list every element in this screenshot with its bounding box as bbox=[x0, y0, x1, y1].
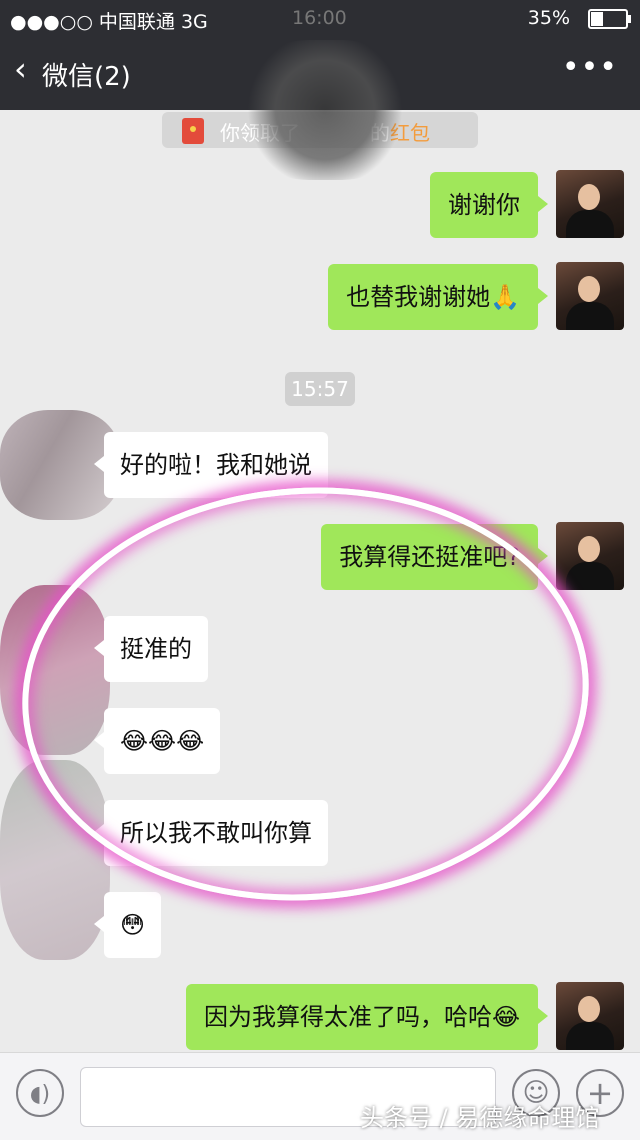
watermark-text: 头条号 / 易德缘命理馆 bbox=[360, 1104, 600, 1132]
avatar-body bbox=[566, 302, 614, 330]
redaction-scribble bbox=[240, 40, 410, 180]
chat-timestamp: 15:57 bbox=[285, 372, 355, 406]
avatar-body bbox=[566, 210, 614, 238]
avatar-face bbox=[578, 184, 600, 210]
status-time: 16:00 bbox=[292, 7, 347, 29]
battery-percent: 35% bbox=[527, 7, 570, 29]
self-avatar[interactable] bbox=[556, 522, 624, 590]
status-bar: ●●●○○ 中国联通 3G 16:00 35% bbox=[0, 0, 640, 36]
avatar-body bbox=[566, 562, 614, 590]
battery-icon bbox=[588, 9, 631, 29]
message-bubble-outgoing[interactable]: 也替我谢谢她🙏 bbox=[328, 264, 548, 330]
message-bubble-incoming[interactable]: 😳 bbox=[93, 892, 162, 958]
more-options-icon[interactable]: ••• bbox=[562, 50, 618, 85]
self-avatar[interactable] bbox=[556, 982, 624, 1050]
avatar-face bbox=[578, 276, 600, 302]
self-avatar[interactable] bbox=[556, 170, 624, 238]
avatar-face bbox=[578, 996, 600, 1022]
message-bubble-outgoing[interactable]: 因为我算得太准了吗，哈哈😂 bbox=[185, 984, 549, 1050]
message-bubble-outgoing[interactable]: 谢谢你 bbox=[430, 172, 548, 238]
avatar-face bbox=[578, 536, 600, 562]
avatar-body bbox=[566, 1022, 614, 1050]
battery-fill bbox=[591, 12, 603, 26]
back-chevron-icon[interactable]: ‹ bbox=[14, 50, 27, 88]
back-button-label[interactable]: 微信(2) bbox=[42, 56, 131, 93]
self-avatar[interactable] bbox=[556, 262, 624, 330]
red-packet-icon bbox=[182, 118, 204, 144]
voice-icon[interactable]: ◖) bbox=[16, 1069, 64, 1117]
carrier-signal: ●●●○○ 中国联通 3G bbox=[10, 11, 208, 33]
